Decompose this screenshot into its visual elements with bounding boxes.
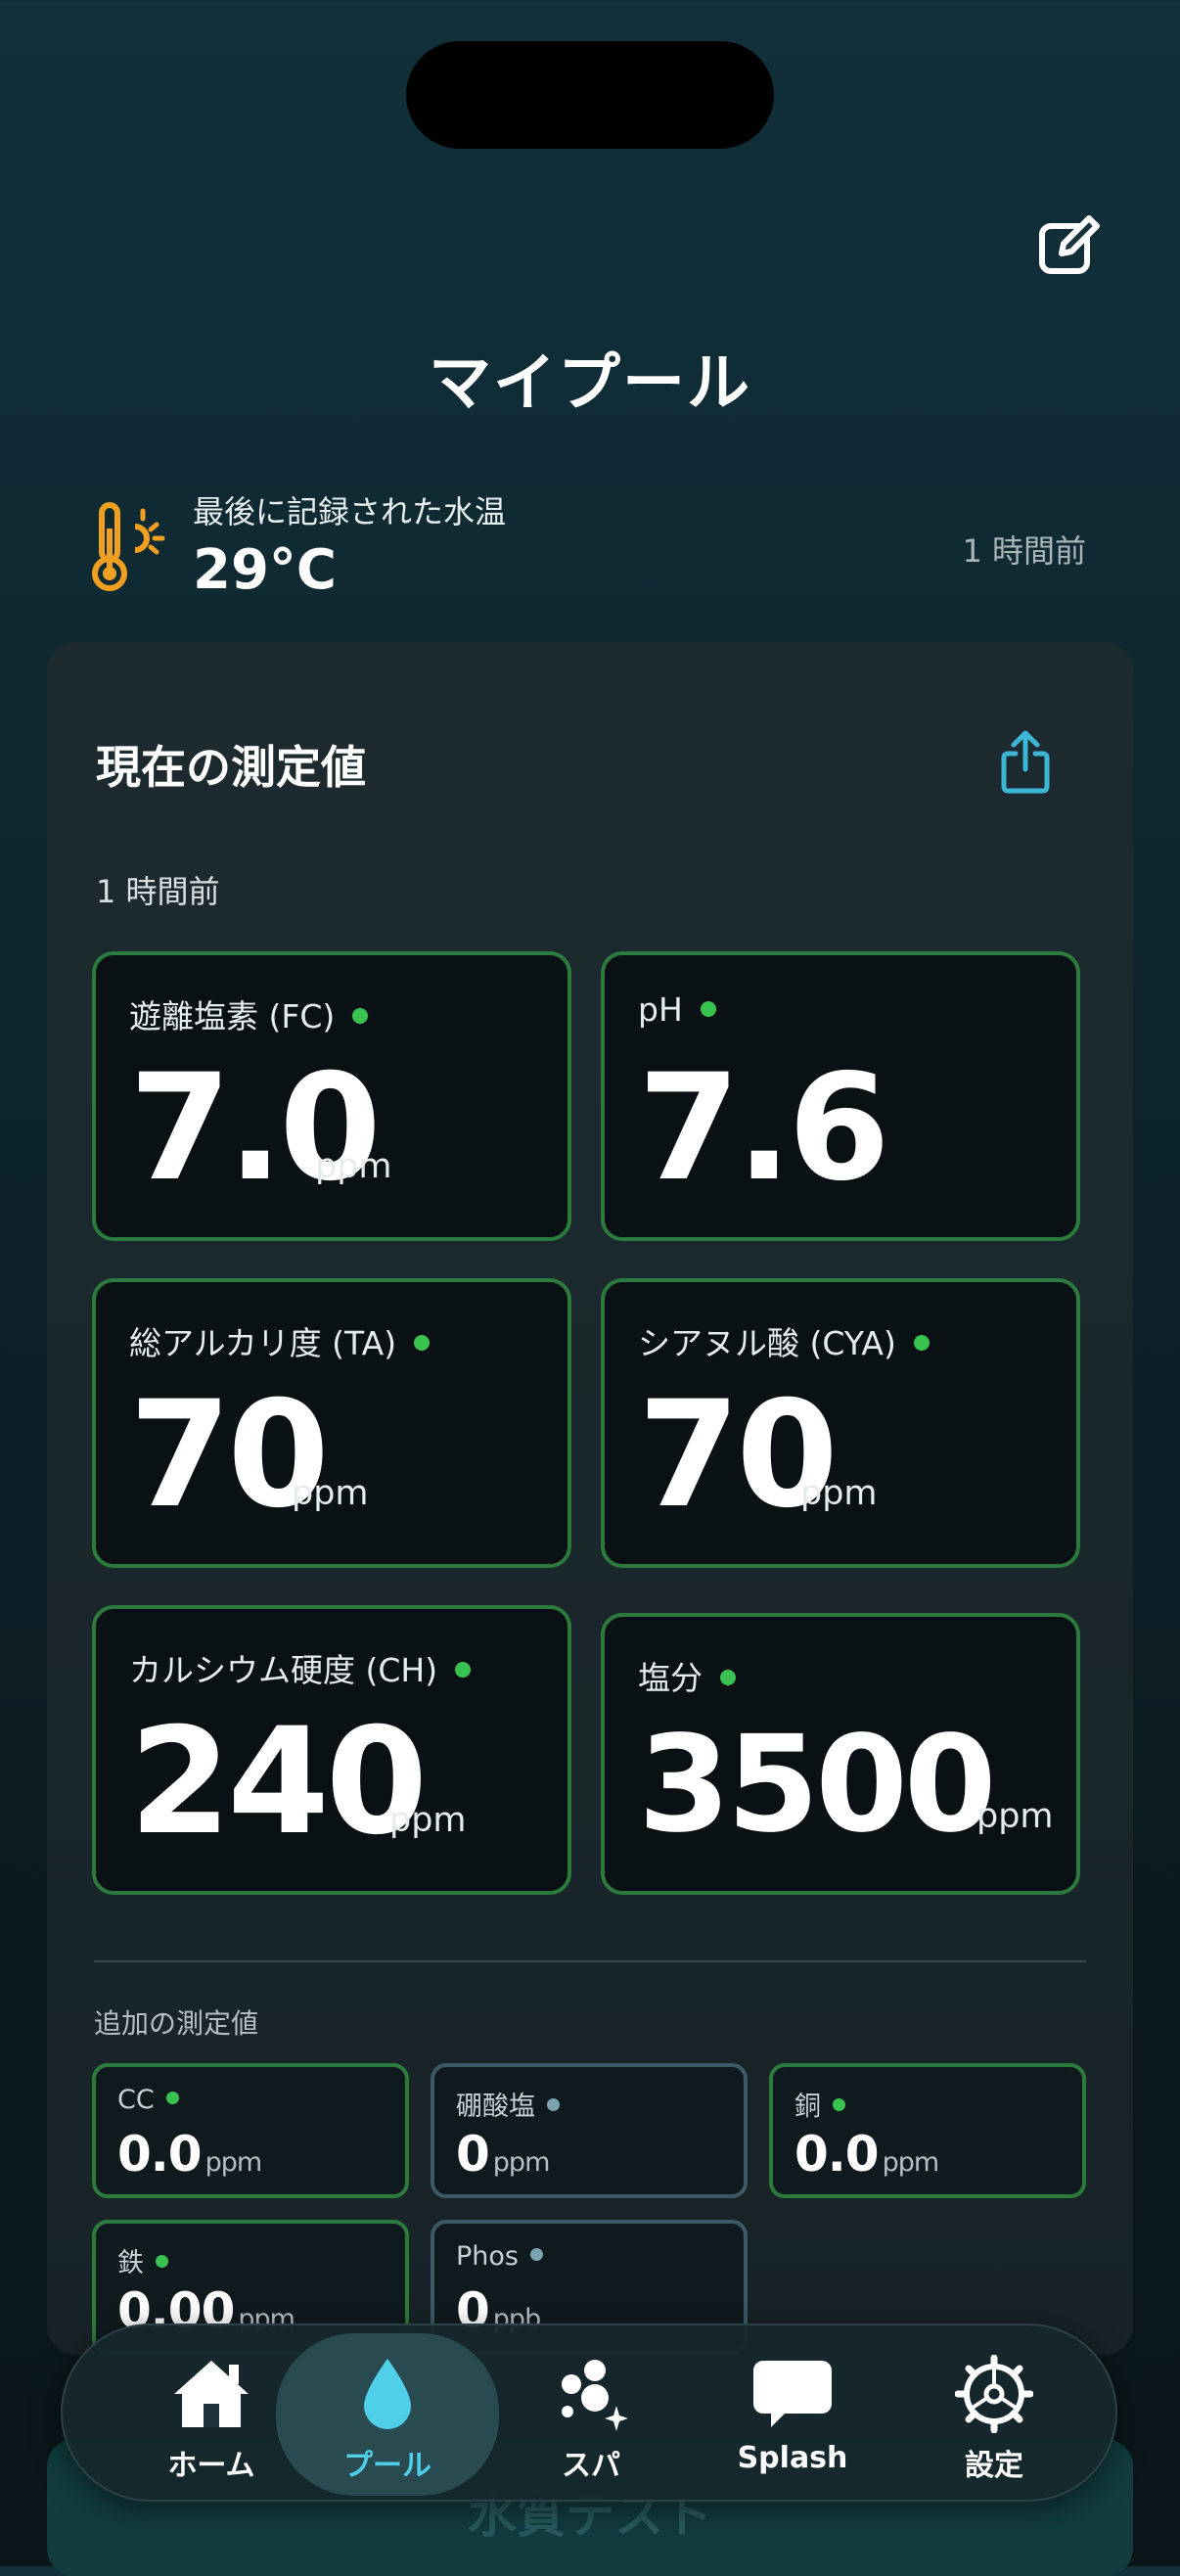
thermometer-sun-icon [92,502,165,591]
section-divider [94,1960,1086,1962]
metric-label: 総アルカリ度 (TA) [129,1324,397,1362]
reading-value: 0.0 [117,2126,203,2183]
tab-label: スパ [562,2449,620,2483]
tab-pool[interactable]: プール [276,2333,499,2496]
metric-label: カルシウム硬度 (CH) [129,1651,438,1689]
reading-label: CC [117,2085,155,2115]
metric-unit: ppm [800,1474,878,1513]
status-dot [455,1661,472,1678]
metric-cya[interactable]: シアヌル酸 (CYA) 70 ppm [601,1278,1080,1568]
reading-value: 0.0 [794,2126,880,2183]
share-button[interactable] [986,720,1065,803]
dynamic-island [406,41,774,149]
reading-unit: ppm [492,2147,551,2178]
metric-value: 7.6 [638,1043,890,1214]
status-dot [414,1334,431,1351]
metric-ch[interactable]: カルシウム硬度 (CH) 240 ppm [92,1605,571,1895]
metric-value: 240 [129,1697,428,1867]
water-temp-label: 最後に記録された水温 [193,493,507,530]
current-readings-time: 1 時間前 [96,873,220,910]
metric-unit: ppm [315,1147,392,1186]
status-dot [165,2092,179,2104]
reading-cc[interactable]: CC 0.0 ppm [92,2063,409,2198]
status-dot [700,1000,716,1017]
current-readings-card: 現在の測定値 1 時間前 遊離塩素 (FC) 7.0 ppm pH 7.6 総ア… [47,642,1133,2355]
home-icon [174,2361,249,2427]
chat-bubble-icon [753,2361,832,2427]
tab-splash[interactable]: Splash [695,2325,890,2504]
status-dot [352,1007,369,1024]
reading-label: Phos [456,2241,519,2272]
status-dot [156,2255,168,2268]
edit-button[interactable] [1027,206,1110,288]
status-dot [720,1669,736,1685]
reading-label: 鉄 [117,2248,144,2278]
water-temp-value: 29°C [193,538,338,602]
reading-value: 0 [456,2126,490,2183]
reading-unit: ppm [882,2147,940,2178]
status-dot [833,2098,845,2111]
current-readings-title: 現在の測定値 [96,741,366,794]
reading-unit: ppm [204,2147,263,2178]
tab-spa[interactable]: スパ [493,2325,689,2504]
reading-label: 銅 [794,2092,821,2122]
status-dot [547,2098,560,2111]
metric-value: 3500 [638,1708,997,1863]
metric-label: 塩分 [638,1659,703,1697]
metric-label: pH [638,990,683,1029]
metric-unit: ppm [976,1797,1054,1836]
metric-ph[interactable]: pH 7.6 [601,951,1080,1241]
metric-salt[interactable]: 塩分 3500 ppm [601,1613,1080,1895]
tab-settings[interactable]: 設定 [896,2325,1092,2504]
share-icon [1001,730,1050,794]
metric-label: 遊離塩素 (FC) [129,997,336,1035]
metric-label: シアヌル酸 (CYA) [638,1324,896,1362]
bubbles-icon [562,2360,628,2431]
tab-bar: ホーム プール スパ Splash 設定 [61,2323,1117,2502]
metric-unit: ppm [389,1801,467,1840]
tab-label: 設定 [965,2449,1023,2483]
gear-icon [955,2355,1033,2433]
metric-unit: ppm [292,1474,369,1513]
reading-copper[interactable]: 銅 0.0 ppm [769,2063,1086,2198]
metric-fc[interactable]: 遊離塩素 (FC) 7.0 ppm [92,951,571,1241]
tab-label: Splash [737,2441,848,2475]
water-temp-time: 1 時間前 [962,532,1086,570]
water-drop-icon [364,2359,411,2429]
metric-ta[interactable]: 総アルカリ度 (TA) 70 ppm [92,1278,571,1568]
additional-readings-title: 追加の測定値 [94,2007,259,2040]
page-title: マイプール [429,347,751,420]
reading-borate[interactable]: 硼酸塩 0 ppm [431,2063,748,2198]
edit-icon [1039,215,1100,274]
status-dot [913,1334,930,1351]
status-dot [529,2248,543,2261]
tab-label: プール [343,2449,431,2483]
reading-label: 硼酸塩 [456,2092,535,2122]
